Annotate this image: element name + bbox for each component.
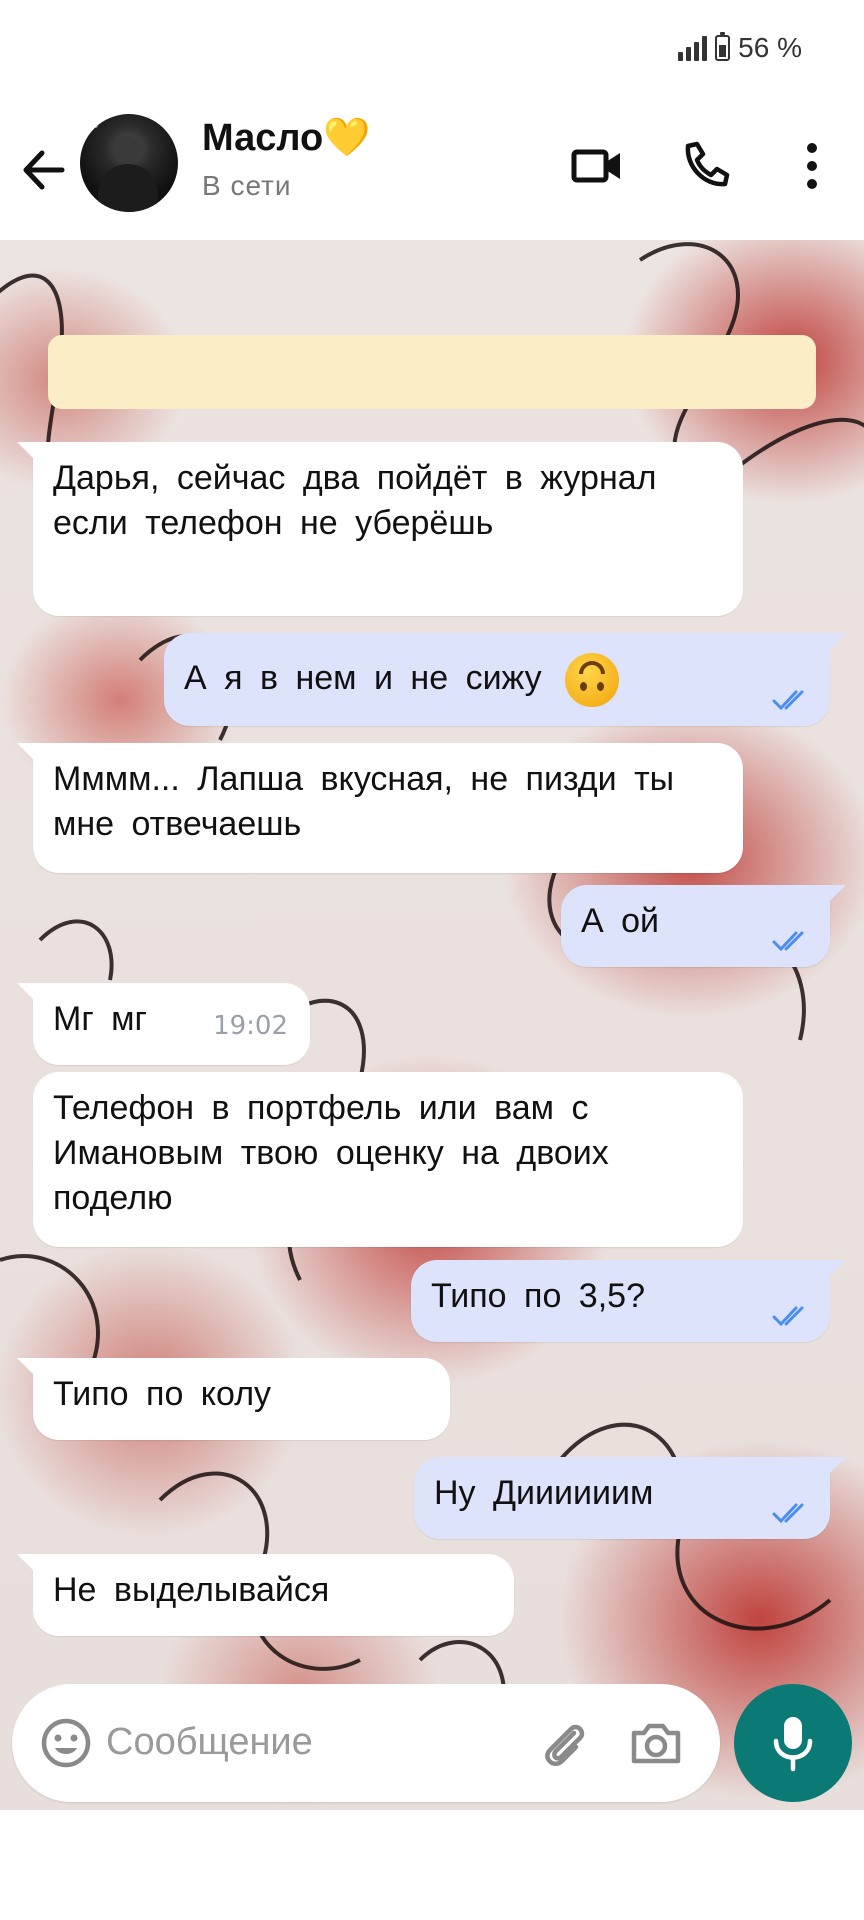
message-text: Не выделывайся	[53, 1571, 330, 1609]
more-icon[interactable]	[784, 138, 840, 194]
chat-header: Масло💛 В сети	[0, 100, 864, 240]
mic-button[interactable]	[734, 1684, 852, 1802]
attach-icon[interactable]	[536, 1715, 592, 1771]
status-bar: 56 %	[0, 0, 864, 100]
read-ticks-icon	[772, 690, 804, 711]
message-outgoing[interactable]: А ой	[561, 885, 846, 967]
message-incoming[interactable]: Мммм... Лапша вкусная, не пизди ты мне о…	[17, 743, 743, 873]
read-ticks-icon	[772, 931, 804, 952]
message-text: А я в нем и не сижу	[184, 658, 542, 697]
back-arrow-icon[interactable]	[18, 140, 68, 200]
read-ticks-icon	[772, 1503, 804, 1524]
read-ticks-icon	[772, 1306, 804, 1327]
signal-icon	[678, 35, 708, 61]
camera-icon[interactable]	[628, 1715, 684, 1771]
message-incoming[interactable]: Типо по колу	[17, 1358, 450, 1440]
message-composer[interactable]: Сообщение	[12, 1684, 720, 1802]
message-outgoing[interactable]: А я в нем и не сижу	[164, 633, 846, 726]
message-text: Дарья, сейчас два пойдёт в журнал если т…	[53, 459, 657, 542]
message-incoming[interactable]: Телефон в портфель или вам с Имановым тв…	[33, 1072, 743, 1247]
message-text: Мг мг	[53, 1000, 147, 1038]
presence-status: В сети	[202, 170, 292, 201]
message-text: Телефон в портфель или вам с Имановым тв…	[53, 1089, 609, 1217]
upside-down-face-icon	[565, 653, 620, 707]
message-incoming[interactable]: Не выделывайся	[17, 1554, 514, 1636]
message-text: А ой	[581, 902, 660, 940]
contact-name[interactable]: Масло💛	[202, 116, 371, 160]
encryption-banner	[48, 335, 816, 409]
message-time: 19:02	[213, 1011, 288, 1041]
mic-icon	[773, 1717, 813, 1772]
battery-icon	[715, 32, 731, 61]
message-text: Мммм... Лапша вкусная, не пизди ты мне о…	[53, 760, 675, 843]
message-text: Ну Диииииим	[434, 1474, 654, 1512]
emoji-icon[interactable]	[38, 1715, 94, 1771]
message-outgoing[interactable]: Ну Диииииим	[414, 1457, 846, 1539]
avatar[interactable]	[80, 114, 178, 212]
video-call-icon[interactable]	[570, 138, 626, 194]
message-outgoing[interactable]: Типо по 3,5?	[411, 1260, 846, 1342]
message-text: Типо по 3,5?	[431, 1277, 645, 1315]
status-indicators: 56 %	[678, 32, 802, 64]
message-incoming[interactable]: Мг мг 19:02	[17, 983, 310, 1065]
message-text: Типо по колу	[53, 1375, 272, 1413]
chat-area[interactable]: Дарья, сейчас два пойдёт в журнал если т…	[0, 240, 864, 1810]
message-input[interactable]: Сообщение	[106, 1721, 313, 1764]
phone-icon[interactable]	[678, 138, 734, 194]
battery-level: 56 %	[738, 32, 802, 63]
message-incoming[interactable]: Дарья, сейчас два пойдёт в журнал если т…	[17, 442, 743, 616]
navigation-bar	[0, 1812, 864, 1920]
